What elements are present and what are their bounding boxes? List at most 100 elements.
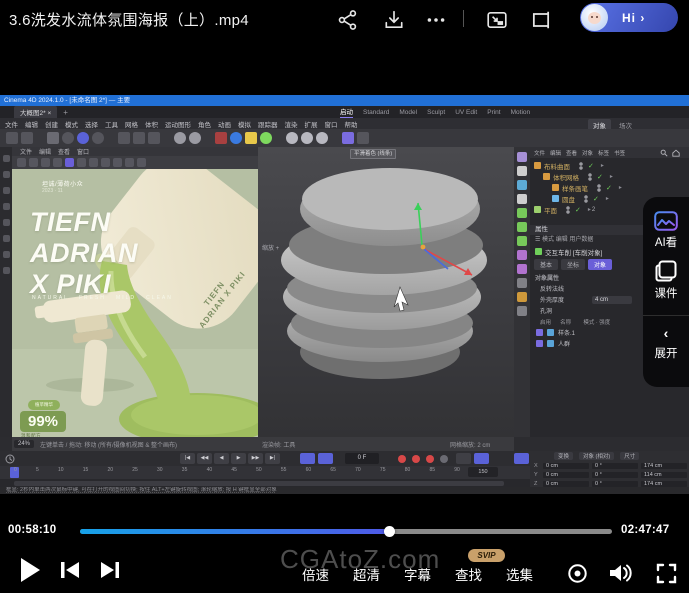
size-field[interactable]: 174 cm <box>641 463 687 469</box>
record-parameter-icon[interactable] <box>440 455 448 463</box>
visibility-dots[interactable] <box>584 195 588 203</box>
object-manager-menu-item[interactable]: 对象 <box>582 149 593 157</box>
enable-checkbox[interactable] <box>536 340 543 347</box>
c4d-layout-tab[interactable]: Model <box>399 109 417 116</box>
search-icon[interactable] <box>660 149 668 157</box>
create-tool-icon[interactable] <box>517 306 527 316</box>
c4d-menu-item[interactable]: 模拟 <box>238 119 251 129</box>
current-frame-field[interactable]: 0 F <box>345 453 379 464</box>
disc-stack-model[interactable] <box>281 168 487 379</box>
volume-icon[interactable] <box>608 561 633 585</box>
text-icon[interactable] <box>101 158 110 167</box>
c4d-menu-item[interactable]: 体积 <box>145 119 158 129</box>
c4d-menu-item[interactable]: 扩展 <box>305 119 318 129</box>
mograph-icon[interactable] <box>342 132 354 144</box>
ab-compare-icon[interactable] <box>65 158 74 167</box>
create-tool-icon[interactable] <box>517 264 527 274</box>
fullscreen-icon[interactable] <box>656 563 677 584</box>
c4d-menu-item[interactable]: 工具 <box>105 119 118 129</box>
create-tool-icon[interactable] <box>517 222 527 232</box>
grid-icon[interactable] <box>125 158 134 167</box>
mini-window-icon[interactable] <box>530 9 552 31</box>
attribute-value-field[interactable] <box>592 288 632 290</box>
c4d-menu-item[interactable]: 运动图形 <box>165 119 191 129</box>
render-settings-icon[interactable] <box>230 132 242 144</box>
enable-check-icon[interactable] <box>597 173 603 181</box>
axis-z-icon[interactable] <box>148 132 160 144</box>
picture-viewer-menu-item[interactable]: 查看 <box>58 147 70 156</box>
c4d-layout-tab[interactable]: Print <box>487 109 500 116</box>
c4d-menu-item[interactable]: 跟踪器 <box>258 119 278 129</box>
sound-toggle-icon[interactable] <box>318 453 333 464</box>
c4d-menu-item[interactable]: 选择 <box>85 119 98 129</box>
transport-button[interactable]: ◀ <box>214 453 229 464</box>
compare-icon[interactable] <box>53 158 62 167</box>
record-scale-icon[interactable] <box>412 455 420 463</box>
enable-check-icon[interactable] <box>588 162 594 170</box>
c4d-layout-tab[interactable]: Standard <box>363 109 389 116</box>
transport-button[interactable]: ◀◀ <box>197 453 212 464</box>
c4d-layout-tab[interactable]: UV Edit <box>455 109 477 116</box>
zoom-icon[interactable] <box>41 158 50 167</box>
axis-x-icon[interactable] <box>118 132 130 144</box>
c4d-layout-tab[interactable]: Motion <box>511 109 531 116</box>
open-icon[interactable] <box>17 158 26 167</box>
player-menu-item[interactable]: 倍速 <box>302 564 329 584</box>
player-menu-item[interactable]: 字幕 <box>404 564 431 584</box>
attribute-tab[interactable]: 基本 <box>534 259 558 270</box>
save-icon[interactable] <box>29 158 38 167</box>
frame-ruler[interactable]: 051015202530354045505560657075808590 150 <box>0 466 530 479</box>
c4d-menu-item[interactable]: 模式 <box>65 119 78 129</box>
record-position-icon[interactable] <box>398 455 406 463</box>
position-field[interactable]: 0 cm <box>543 463 589 469</box>
coordinate-system-icon[interactable] <box>174 132 186 144</box>
enable-check-icon[interactable] <box>606 184 612 192</box>
picture-in-picture-icon[interactable] <box>486 9 508 31</box>
position-field[interactable]: 0 cm <box>543 481 589 487</box>
create-tool-icon[interactable] <box>517 292 527 302</box>
progress-bar[interactable] <box>80 529 612 534</box>
expand-label[interactable]: 展开 <box>655 345 678 361</box>
layers-icon[interactable] <box>137 158 146 167</box>
preview-range-bar[interactable] <box>0 479 530 487</box>
c4d-menu-item[interactable]: 窗口 <box>325 119 338 129</box>
c4d-menu-item[interactable]: 动画 <box>218 119 231 129</box>
histogram-icon[interactable] <box>77 158 86 167</box>
undo-icon[interactable] <box>6 132 18 144</box>
c4d-layout-tab[interactable]: 启动 <box>340 106 353 119</box>
workplane-icon[interactable] <box>189 132 201 144</box>
transport-button[interactable]: ▶ <box>231 453 246 464</box>
c4d-layout-tab[interactable]: Sculpt <box>427 109 445 116</box>
scale-tool-icon[interactable] <box>77 132 89 144</box>
attribute-value-field[interactable] <box>592 310 632 312</box>
object-item[interactable]: 样条画笔 <box>530 182 689 193</box>
transport-button[interactable]: ▶▶ <box>248 453 263 464</box>
c4d-menu-item[interactable]: 编辑 <box>25 119 38 129</box>
end-frame-box[interactable]: 150 <box>468 467 498 477</box>
object-manager-search[interactable] <box>660 149 686 156</box>
object-item[interactable]: 体积网格 <box>530 171 689 182</box>
sphere-primitive-icon[interactable] <box>286 132 298 144</box>
more-icon[interactable] <box>425 9 447 31</box>
filter-icon[interactable] <box>113 158 122 167</box>
autokey-icon[interactable] <box>474 453 489 464</box>
visibility-dots[interactable] <box>597 184 601 192</box>
create-tool-icon[interactable] <box>517 166 527 176</box>
object-manager-menu-item[interactable]: 文件 <box>534 149 545 157</box>
user-avatar-pill[interactable]: Hi › <box>580 3 678 32</box>
c4d-menu-item[interactable]: 帮助 <box>345 119 358 129</box>
attribute-tab[interactable]: 坐标 <box>561 259 585 270</box>
object-manager-menu-item[interactable]: 编辑 <box>550 149 561 157</box>
keyframe-icon[interactable] <box>456 453 471 464</box>
object-manager-menu-item[interactable]: 书签 <box>614 149 625 157</box>
c4d-menu-item[interactable]: 文件 <box>5 119 18 129</box>
rotation-field[interactable]: 0 ° <box>592 481 638 487</box>
visibility-dots[interactable] <box>579 162 583 170</box>
redo-icon[interactable] <box>21 132 33 144</box>
picture-viewer-menu-item[interactable]: 文件 <box>20 147 32 156</box>
select-tool-icon[interactable] <box>47 132 59 144</box>
coordinates-header-item[interactable]: 变换 <box>554 452 573 460</box>
position-field[interactable]: 0 cm <box>543 472 589 478</box>
object-manager-menu-item[interactable]: 查看 <box>566 149 577 157</box>
loop-toggle-icon[interactable] <box>300 453 315 464</box>
